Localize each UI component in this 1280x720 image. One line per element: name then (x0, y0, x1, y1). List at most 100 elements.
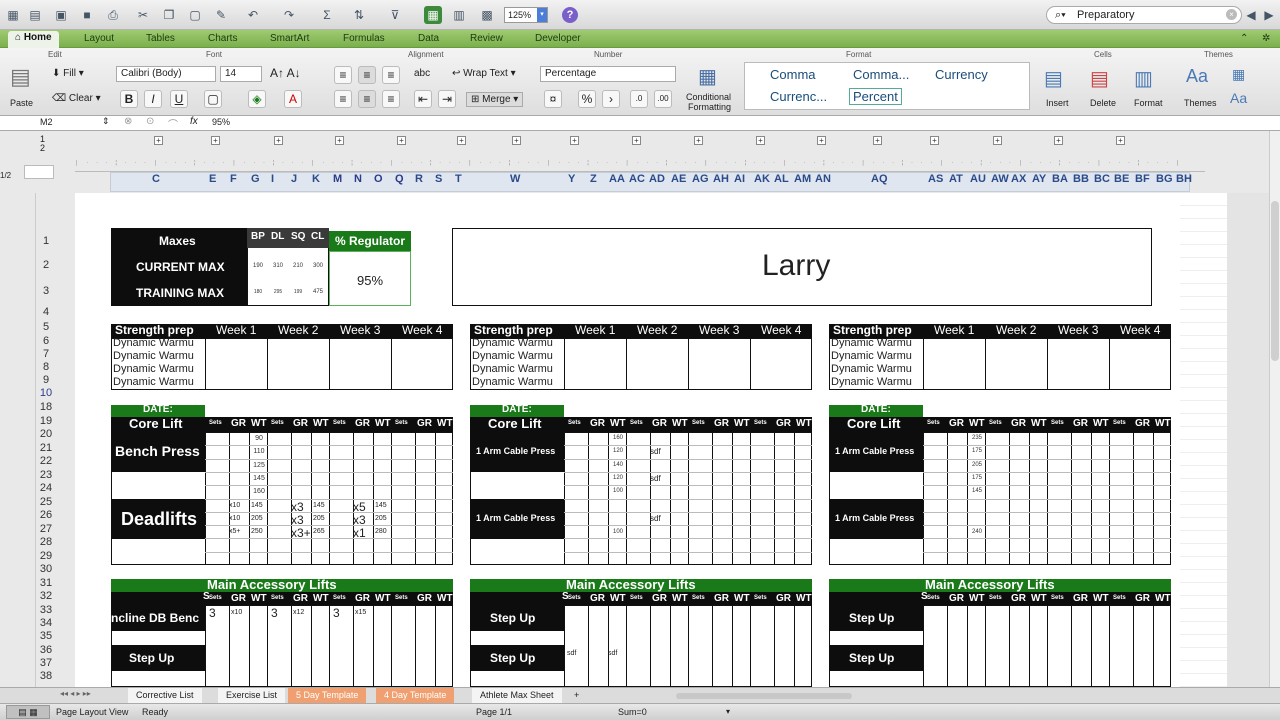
sum-dropdown-icon[interactable]: ▾ (726, 704, 730, 720)
style-comma-0[interactable]: Comma... (853, 67, 909, 82)
column-header[interactable]: W (510, 173, 520, 185)
format-painter-icon[interactable]: ✎ (212, 6, 230, 24)
style-percent[interactable]: Percent (849, 88, 902, 105)
expand-column-group-icon[interactable]: + (873, 136, 882, 145)
row-header[interactable]: 29 (34, 550, 58, 562)
deadlift-value[interactable]: 145 (375, 502, 387, 509)
deadlift-value[interactable]: x3 (291, 500, 304, 514)
filter-icon[interactable]: ⊽ (386, 6, 404, 24)
column-header[interactable]: Z (590, 173, 597, 185)
column-header[interactable]: C (152, 173, 160, 185)
chevron-down-icon[interactable]: ▾ (537, 8, 547, 22)
row-header[interactable]: 8 (34, 361, 58, 373)
athlete-name[interactable]: Larry (762, 249, 830, 283)
select-all-corner[interactable] (24, 165, 54, 179)
paste-clipboard-icon[interactable]: ▤ (10, 64, 31, 90)
weight-value[interactable]: 145 (251, 475, 267, 482)
weight-value[interactable]: 160 (251, 488, 267, 495)
column-header[interactable]: M (333, 173, 342, 185)
row-header[interactable]: 2 (34, 259, 58, 271)
deadlift-value[interactable]: 205 (313, 515, 325, 522)
insert-icon[interactable]: ▤ (1044, 66, 1063, 91)
expand-column-group-icon[interactable]: + (512, 136, 521, 145)
conditional-formatting-icon[interactable]: ▦ (698, 64, 717, 89)
align-top-icon[interactable]: ≡ (334, 66, 352, 84)
copy-icon[interactable]: ❐ (160, 6, 178, 24)
weight-value[interactable]: 240 (969, 529, 985, 535)
toolbox-icon[interactable]: ▥ (450, 6, 468, 24)
column-header[interactable]: BF (1135, 173, 1150, 185)
expand-column-group-icon[interactable]: + (457, 136, 466, 145)
column-header[interactable]: AC (629, 173, 645, 185)
help-button[interactable]: ? (562, 7, 578, 23)
sheet-tab-4-day-template[interactable]: 4 Day Template (376, 688, 455, 703)
column-header[interactable]: AN (815, 173, 831, 185)
deadlift-value[interactable]: x5 (353, 500, 366, 514)
accessory2-name[interactable]: Step Up (490, 651, 535, 665)
merge-button[interactable]: ⊞ Merge ▾ (466, 92, 524, 107)
cancel-entry-icon[interactable]: ⊗ (124, 116, 132, 127)
accessory2-name[interactable]: Step Up (129, 651, 174, 665)
column-header[interactable]: BG (1156, 173, 1173, 185)
zoom-select[interactable]: 125% ▾ (504, 7, 548, 23)
row-header[interactable]: 1 (34, 235, 58, 247)
wrap-text-button[interactable]: ↩ Wrap Text ▾ (452, 68, 516, 79)
column-header[interactable]: N (354, 173, 362, 185)
increase-decimal-icon[interactable]: .0 (630, 90, 648, 108)
outline-level-both[interactable]: 1/2 (0, 171, 11, 180)
style-currency[interactable]: Currency (935, 67, 988, 82)
note-value[interactable]: sdf (650, 474, 661, 483)
font-grow-icon[interactable]: A↑ A↓ (270, 66, 301, 80)
tab-charts[interactable]: Charts (208, 32, 237, 46)
themes-icon[interactable]: Aa (1186, 66, 1208, 87)
expand-column-group-icon[interactable]: + (993, 136, 1002, 145)
current-max-cl[interactable]: 300 (310, 263, 326, 269)
note-value[interactable]: sdf (567, 650, 576, 657)
lift1-name[interactable]: Bench Press (115, 443, 200, 459)
column-header[interactable]: O (374, 173, 383, 185)
accounting-icon[interactable]: ¤ (544, 90, 562, 108)
align-center-icon[interactable]: ≡ (358, 90, 376, 108)
lift2-name[interactable]: Deadlifts (121, 509, 197, 530)
sheet-tab-corrective-list[interactable]: Corrective List (128, 688, 202, 703)
row-header[interactable]: 9 (34, 374, 58, 386)
deadlift-value[interactable]: x10 (229, 515, 240, 522)
column-header[interactable]: AI (734, 173, 745, 185)
fill-button[interactable]: ⬇ Fill ▾ (52, 68, 84, 79)
tab-review[interactable]: Review (470, 32, 503, 46)
expand-column-group-icon[interactable]: + (1054, 136, 1063, 145)
column-header[interactable]: AX (1011, 173, 1026, 185)
column-header[interactable]: S (435, 173, 442, 185)
column-header[interactable]: J (291, 173, 297, 185)
column-header[interactable]: AQ (871, 173, 888, 185)
row-header[interactable]: 34 (34, 617, 58, 629)
column-header[interactable]: AA (609, 173, 625, 185)
accessory1-name[interactable]: Step Up (490, 611, 535, 625)
weight-value[interactable]: 175 (969, 448, 985, 454)
accessory1-name[interactable]: ncline DB Benc (111, 611, 199, 625)
expand-column-group-icon[interactable]: + (756, 136, 765, 145)
expand-column-group-icon[interactable]: + (930, 136, 939, 145)
accessory2-name[interactable]: Step Up (849, 651, 894, 665)
column-header[interactable]: Y (568, 173, 575, 185)
paste-icon[interactable]: ▢ (186, 6, 204, 24)
expand-column-group-icon[interactable]: + (211, 136, 220, 145)
note-value[interactable]: sdf (650, 514, 661, 523)
font-name-select[interactable]: Calibri (Body) (116, 66, 216, 82)
align-left-icon[interactable]: ≡ (334, 90, 352, 108)
warmup-cell[interactable]: Dynamic Warmu (831, 337, 912, 349)
format-cells-icon[interactable]: ▥ (1134, 66, 1153, 91)
warmup-cell[interactable]: Dynamic Warmu (113, 350, 194, 362)
sheet-tab-athlete-max-sheet[interactable]: Athlete Max Sheet (472, 688, 562, 703)
name-box[interactable]: M2 (40, 117, 53, 127)
collapse-ribbon-icon[interactable]: ⌃ (1240, 32, 1248, 46)
number-format-select[interactable]: Percentage (540, 66, 676, 82)
column-header[interactable]: T (455, 173, 462, 185)
indent-decrease-icon[interactable]: ⇤ (414, 90, 432, 108)
row-header[interactable]: 32 (34, 590, 58, 602)
delete-button[interactable]: Delete (1090, 98, 1116, 108)
expand-column-group-icon[interactable]: + (694, 136, 703, 145)
column-header[interactable]: F (230, 173, 237, 185)
sheet-tab-exercise-list[interactable]: Exercise List (218, 688, 286, 703)
sum-indicator[interactable]: Sum=0 (618, 704, 647, 720)
